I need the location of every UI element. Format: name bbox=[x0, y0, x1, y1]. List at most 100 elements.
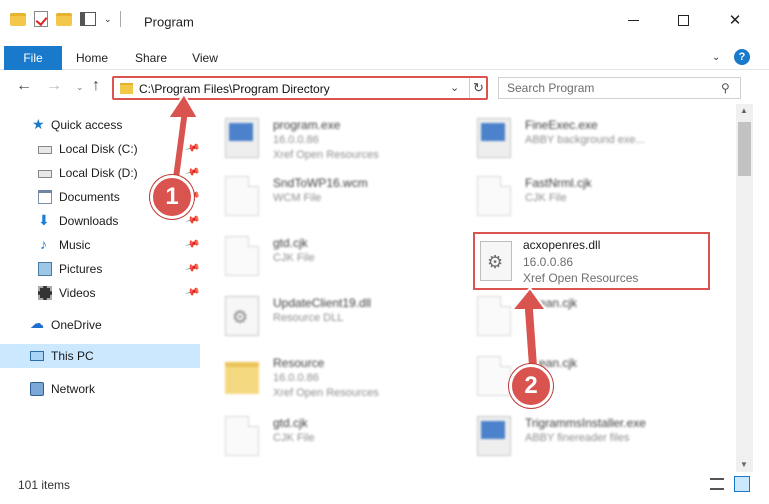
file-meta: ABBY finereader files bbox=[525, 432, 630, 444]
file-meta: Xref Open Resources bbox=[273, 149, 379, 161]
scroll-down-arrow-icon[interactable]: ▼ bbox=[740, 460, 748, 469]
scrollbar-thumb[interactable] bbox=[738, 122, 751, 176]
file-name: FastNrml.cjk bbox=[525, 176, 592, 190]
search-icon[interactable]: ⚲ bbox=[721, 81, 730, 95]
details-view-icon[interactable] bbox=[710, 478, 724, 490]
sidebar-item-label: Local Disk (D:) bbox=[59, 166, 138, 180]
address-path[interactable]: C:\Program Files\Program Directory bbox=[139, 82, 330, 96]
file-name: acxopenres.dll bbox=[523, 238, 601, 252]
document-file-icon bbox=[477, 356, 511, 396]
search-input[interactable] bbox=[507, 80, 707, 96]
file-item-rean-cjk-2[interactable]: ...rean.cjk bbox=[457, 350, 697, 408]
tab-view[interactable]: View bbox=[190, 46, 220, 70]
file-item-acxopenres-dll[interactable]: acxopenres.dll 16.0.0.86 Xref Open Resou… bbox=[473, 232, 710, 290]
title-bar: ⌄ Program ✕ bbox=[0, 0, 769, 40]
navigation-bar: ← → ⌄ ↑ C:\Program Files\Program Directo… bbox=[0, 74, 769, 102]
document-file-icon bbox=[225, 236, 259, 276]
file-meta: Xref Open Resources bbox=[273, 387, 379, 399]
file-name: program.exe bbox=[273, 118, 341, 132]
sidebar-item-label: Network bbox=[51, 382, 96, 396]
navigation-pane: ★ Quick access Local Disk (C:) 📌 Local D… bbox=[0, 110, 200, 472]
expand-ribbon-chevron-icon[interactable]: ⌄ bbox=[712, 52, 720, 63]
properties-check-icon[interactable] bbox=[34, 11, 48, 27]
pin-icon[interactable]: 📌 bbox=[184, 261, 200, 277]
recent-locations-chevron-icon[interactable]: ⌄ bbox=[76, 82, 84, 93]
pin-icon[interactable]: 📌 bbox=[184, 237, 200, 253]
tab-home[interactable]: Home bbox=[74, 46, 110, 70]
file-meta: Resource DLL bbox=[273, 312, 344, 324]
sidebar-item-onedrive[interactable]: ☁ OneDrive bbox=[0, 313, 200, 337]
up-arrow-icon[interactable]: ↑ bbox=[92, 77, 100, 95]
sidebar-item-label: Local Disk (C:) bbox=[59, 142, 138, 156]
file-name: gtd.cjk bbox=[273, 416, 308, 430]
file-item-program-exe[interactable]: program.exe 16.0.0.86 Xref Open Resource… bbox=[205, 112, 445, 170]
customize-chevron-icon[interactable]: ⌄ bbox=[104, 14, 112, 25]
sidebar-item-label: Pictures bbox=[59, 262, 103, 276]
file-version: 16.0.0.86 bbox=[523, 255, 574, 269]
file-meta: CJK File bbox=[273, 252, 315, 264]
pin-icon[interactable]: 📌 bbox=[184, 165, 200, 181]
forward-arrow-icon[interactable]: → bbox=[46, 77, 62, 95]
pin-icon[interactable]: 📌 bbox=[184, 213, 200, 229]
large-icons-view-icon[interactable] bbox=[734, 476, 750, 492]
star-icon: ★ bbox=[32, 116, 45, 132]
videos-icon bbox=[38, 286, 52, 300]
file-item-updateclient19[interactable]: UpdateClient19.dll Resource DLL bbox=[205, 290, 445, 348]
maximize-icon bbox=[677, 14, 689, 26]
folder-icon[interactable] bbox=[10, 12, 26, 26]
sidebar-item-this-pc[interactable]: This PC bbox=[0, 344, 200, 368]
file-item-fastnrml[interactable]: FastNrml.cjk CJK File bbox=[457, 170, 697, 228]
file-item-sndtowp16[interactable]: SndToWP16.wcm WCM File bbox=[205, 170, 445, 228]
file-name: SndToWP16.wcm bbox=[273, 176, 368, 190]
sidebar-item-quick-access[interactable]: ★ Quick access bbox=[0, 113, 200, 137]
help-icon[interactable]: ? bbox=[734, 49, 750, 65]
file-meta: 16.0.0.86 bbox=[273, 134, 319, 146]
sidebar-item-label: Documents bbox=[59, 190, 120, 204]
document-file-icon bbox=[225, 176, 259, 216]
file-item-gtd-cjk-2[interactable]: gtd.cjk CJK File bbox=[205, 410, 445, 468]
dll-file-icon bbox=[480, 241, 512, 281]
sidebar-item-label: This PC bbox=[51, 349, 94, 363]
sidebar-item-videos[interactable]: Videos 📌 bbox=[0, 281, 200, 305]
sidebar-item-label: Quick access bbox=[51, 118, 123, 132]
search-box[interactable]: ⚲ bbox=[498, 77, 741, 99]
file-item-rean-cjk[interactable]: ...rean.cjk bbox=[457, 290, 697, 348]
tab-file[interactable]: File bbox=[4, 46, 62, 70]
refresh-icon[interactable]: ↻ bbox=[469, 78, 487, 98]
sidebar-item-music[interactable]: ♪ Music 📌 bbox=[0, 233, 200, 257]
file-item-gtd-cjk[interactable]: gtd.cjk CJK File bbox=[205, 230, 445, 288]
address-folder-icon bbox=[120, 83, 133, 94]
minimize-button[interactable] bbox=[610, 0, 656, 40]
title-separator bbox=[119, 11, 121, 27]
file-item-resource[interactable]: Resource 16.0.0.86 Xref Open Resources bbox=[205, 350, 445, 408]
computer-icon bbox=[30, 351, 44, 361]
file-name: FineExec.exe bbox=[525, 118, 598, 132]
download-icon: ⬇ bbox=[38, 212, 50, 228]
address-bar[interactable]: C:\Program Files\Program Directory ⌄ ↻ bbox=[112, 76, 488, 100]
file-item-fineexec-exe[interactable]: FineExec.exe ABBY background exe... bbox=[457, 112, 697, 170]
close-button[interactable]: ✕ bbox=[712, 0, 758, 40]
file-meta: ABBY background exe... bbox=[525, 134, 645, 146]
vertical-scrollbar[interactable]: ▲ ▼ bbox=[736, 104, 753, 472]
pin-icon[interactable]: 📌 bbox=[184, 141, 200, 157]
scroll-up-arrow-icon[interactable]: ▲ bbox=[740, 106, 748, 115]
exe-file-icon bbox=[477, 118, 511, 158]
new-folder-icon[interactable] bbox=[56, 12, 72, 26]
sidebar-item-pictures[interactable]: Pictures 📌 bbox=[0, 257, 200, 281]
file-name: TrigrammsInstaller.exe bbox=[525, 416, 646, 430]
tab-share[interactable]: Share bbox=[134, 46, 168, 70]
sidebar-item-label: OneDrive bbox=[51, 318, 102, 332]
file-meta: CJK File bbox=[525, 192, 567, 204]
back-arrow-icon[interactable]: ← bbox=[16, 77, 32, 95]
item-count: 101 items bbox=[18, 478, 71, 492]
sidebar-item-local-disk-c[interactable]: Local Disk (C:) 📌 bbox=[0, 137, 200, 161]
address-dropdown-chevron-icon[interactable]: ⌄ bbox=[450, 81, 459, 94]
file-item-trigrammsinstaller[interactable]: TrigrammsInstaller.exe ABBY finereader f… bbox=[457, 410, 697, 468]
maximize-button[interactable] bbox=[660, 0, 706, 40]
details-pane-icon[interactable] bbox=[80, 12, 96, 26]
pin-icon[interactable]: 📌 bbox=[184, 285, 200, 301]
file-meta: WCM File bbox=[273, 192, 322, 204]
pictures-icon bbox=[38, 262, 52, 276]
sidebar-item-network[interactable]: Network bbox=[0, 377, 200, 401]
documents-icon bbox=[38, 190, 52, 204]
